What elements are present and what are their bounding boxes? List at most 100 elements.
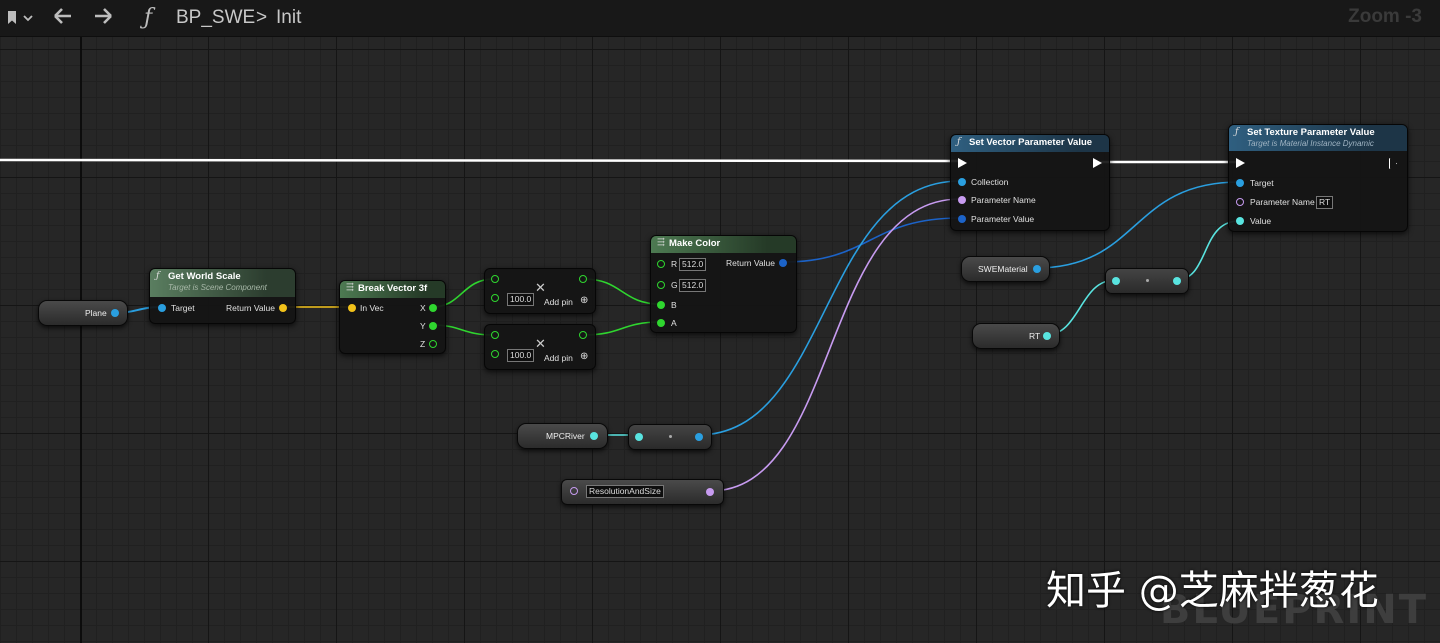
r-value[interactable]: 512.0 — [679, 258, 707, 271]
r-pin[interactable] — [657, 260, 665, 268]
reroute-node-rt[interactable] — [1105, 268, 1189, 294]
function-icon: ƒ — [957, 136, 961, 147]
add-pin-icon[interactable]: ⊕ — [580, 295, 588, 306]
add-pin-label[interactable]: Add pin — [544, 353, 573, 363]
plane-pin[interactable] — [111, 309, 119, 317]
multiply-value[interactable]: 100.0 — [507, 349, 535, 362]
breadcrumb-blueprint[interactable]: BP_SWE — [176, 7, 255, 29]
target-pin[interactable] — [1236, 179, 1244, 187]
bookmark-icon[interactable] — [4, 8, 34, 28]
plane-variable-node[interactable]: Plane — [38, 300, 128, 326]
resolution-value[interactable]: ResolutionAndSize — [586, 485, 664, 498]
make-color-node[interactable]: ⇶ Make Color R 512.0 Return Value G 512.… — [650, 235, 797, 333]
target-pin[interactable] — [158, 304, 166, 312]
exec-out-pin[interactable] — [1093, 158, 1102, 168]
x-label: X — [420, 303, 426, 313]
top-bar: ƒ BP_SWE > Init Zoom -3 — [0, 0, 1440, 37]
a-label: A — [671, 318, 677, 328]
a-input-pin[interactable] — [491, 275, 499, 283]
make-color-header: ⇶ Make Color — [651, 236, 796, 253]
r-label: R — [671, 259, 678, 269]
y-label: Y — [420, 321, 426, 331]
a-input-pin[interactable] — [491, 331, 499, 339]
parameter-name-pin[interactable] — [1236, 198, 1244, 206]
g-pin[interactable] — [657, 281, 665, 289]
parameter-value-label: Parameter Value — [971, 214, 1035, 224]
parameter-name-label: Parameter Name — [1250, 197, 1315, 207]
reroute-in-pin[interactable] — [635, 433, 643, 441]
mpc-river-pin[interactable] — [590, 432, 598, 440]
parameter-value-pin[interactable] — [958, 215, 966, 223]
breadcrumb-separator: > — [256, 7, 268, 28]
breadcrumb-function[interactable]: Init — [276, 7, 301, 29]
b-input-pin[interactable] — [491, 350, 499, 358]
rt-label: RT — [1029, 331, 1041, 341]
set-vector-parameter-node[interactable]: ƒ Set Vector Parameter Value Collection … — [950, 134, 1110, 231]
z-label: Z — [420, 339, 426, 349]
output-pin[interactable] — [579, 275, 587, 283]
g-label: G — [671, 280, 678, 290]
rt-pin[interactable] — [1043, 332, 1051, 340]
value-label: Value — [1250, 216, 1272, 226]
node-title: Set Vector Parameter Value — [969, 137, 1093, 148]
in-vec-label: In Vec — [360, 303, 384, 313]
swe-material-pin[interactable] — [1033, 265, 1041, 273]
set-texture-parameter-node[interactable]: ƒ Set Texture Parameter Value Target is … — [1228, 124, 1408, 232]
set-texture-header: ƒ Set Texture Parameter Value Target is … — [1229, 125, 1407, 151]
forward-arrow-icon[interactable] — [92, 5, 114, 33]
back-arrow-icon[interactable] — [52, 5, 74, 33]
y-pin[interactable] — [429, 322, 437, 330]
reroute-node-mpc[interactable] — [628, 424, 712, 450]
source-watermark: 知乎 @芝麻拌葱花 — [1046, 568, 1379, 614]
rt-variable-node[interactable]: RT — [972, 323, 1060, 349]
parameter-name-value[interactable]: RT — [1316, 196, 1334, 209]
z-pin[interactable] — [429, 340, 437, 348]
swe-material-variable-node[interactable]: SWEMaterial — [961, 256, 1050, 282]
reroute-dot — [1146, 279, 1149, 282]
b-input-pin[interactable] — [491, 294, 499, 302]
node-title: Get World Scale — [168, 271, 241, 282]
g-value[interactable]: 512.0 — [679, 279, 707, 292]
exec-out-pin[interactable] — [1389, 158, 1397, 169]
plane-label: Plane — [85, 308, 107, 318]
multiply-node-2[interactable]: 100.0 ✕ Add pin ⊕ — [484, 324, 596, 370]
reroute-out-pin[interactable] — [695, 433, 703, 441]
x-pin[interactable] — [429, 304, 437, 312]
return-value-pin[interactable] — [279, 304, 287, 312]
zoom-level: Zoom -3 — [1348, 6, 1422, 27]
value-pin[interactable] — [1236, 217, 1244, 225]
function-icon: ƒ — [144, 5, 153, 30]
b-pin[interactable] — [657, 301, 665, 309]
reroute-out-pin[interactable] — [1173, 277, 1181, 285]
return-value-pin[interactable] — [779, 259, 787, 267]
node-subtitle: Target is Material Instance Dynamic — [1247, 139, 1374, 148]
resolution-out-pin[interactable] — [706, 488, 714, 496]
multiply-node-1[interactable]: 100.0 ✕ Add pin ⊕ — [484, 268, 596, 314]
make-icon: ⇶ — [657, 237, 665, 248]
a-pin[interactable] — [657, 319, 665, 327]
function-icon: ƒ — [156, 270, 160, 281]
collection-label: Collection — [971, 177, 1009, 187]
multiply-value[interactable]: 100.0 — [507, 293, 535, 306]
reroute-in-pin[interactable] — [1112, 277, 1120, 285]
break-vector-node[interactable]: ⇶ Break Vector 3f In Vec X Y Z — [339, 280, 446, 354]
get-world-scale-node[interactable]: ƒ Get World Scale Target is Scene Compon… — [149, 268, 296, 324]
output-pin[interactable] — [579, 331, 587, 339]
exec-in-pin[interactable] — [1236, 158, 1245, 168]
node-title: Set Texture Parameter Value — [1247, 127, 1375, 138]
parameter-name-pin[interactable] — [958, 196, 966, 204]
mpc-river-variable-node[interactable]: MPCRiver — [517, 423, 608, 449]
resolution-name-node[interactable]: ResolutionAndSize — [561, 479, 724, 505]
target-label: Target — [1250, 178, 1274, 188]
in-vec-pin[interactable] — [348, 304, 356, 312]
resolution-in-pin[interactable] — [570, 487, 578, 495]
add-pin-icon[interactable]: ⊕ — [580, 351, 588, 362]
return-value-label: Return Value — [726, 258, 775, 268]
mpc-river-label: MPCRiver — [546, 431, 585, 441]
set-vector-header: ƒ Set Vector Parameter Value — [951, 135, 1109, 152]
collection-pin[interactable] — [958, 178, 966, 186]
multiply-icon: ✕ — [535, 280, 546, 295]
b-label: B — [671, 300, 677, 310]
add-pin-label[interactable]: Add pin — [544, 297, 573, 307]
exec-in-pin[interactable] — [958, 158, 967, 168]
